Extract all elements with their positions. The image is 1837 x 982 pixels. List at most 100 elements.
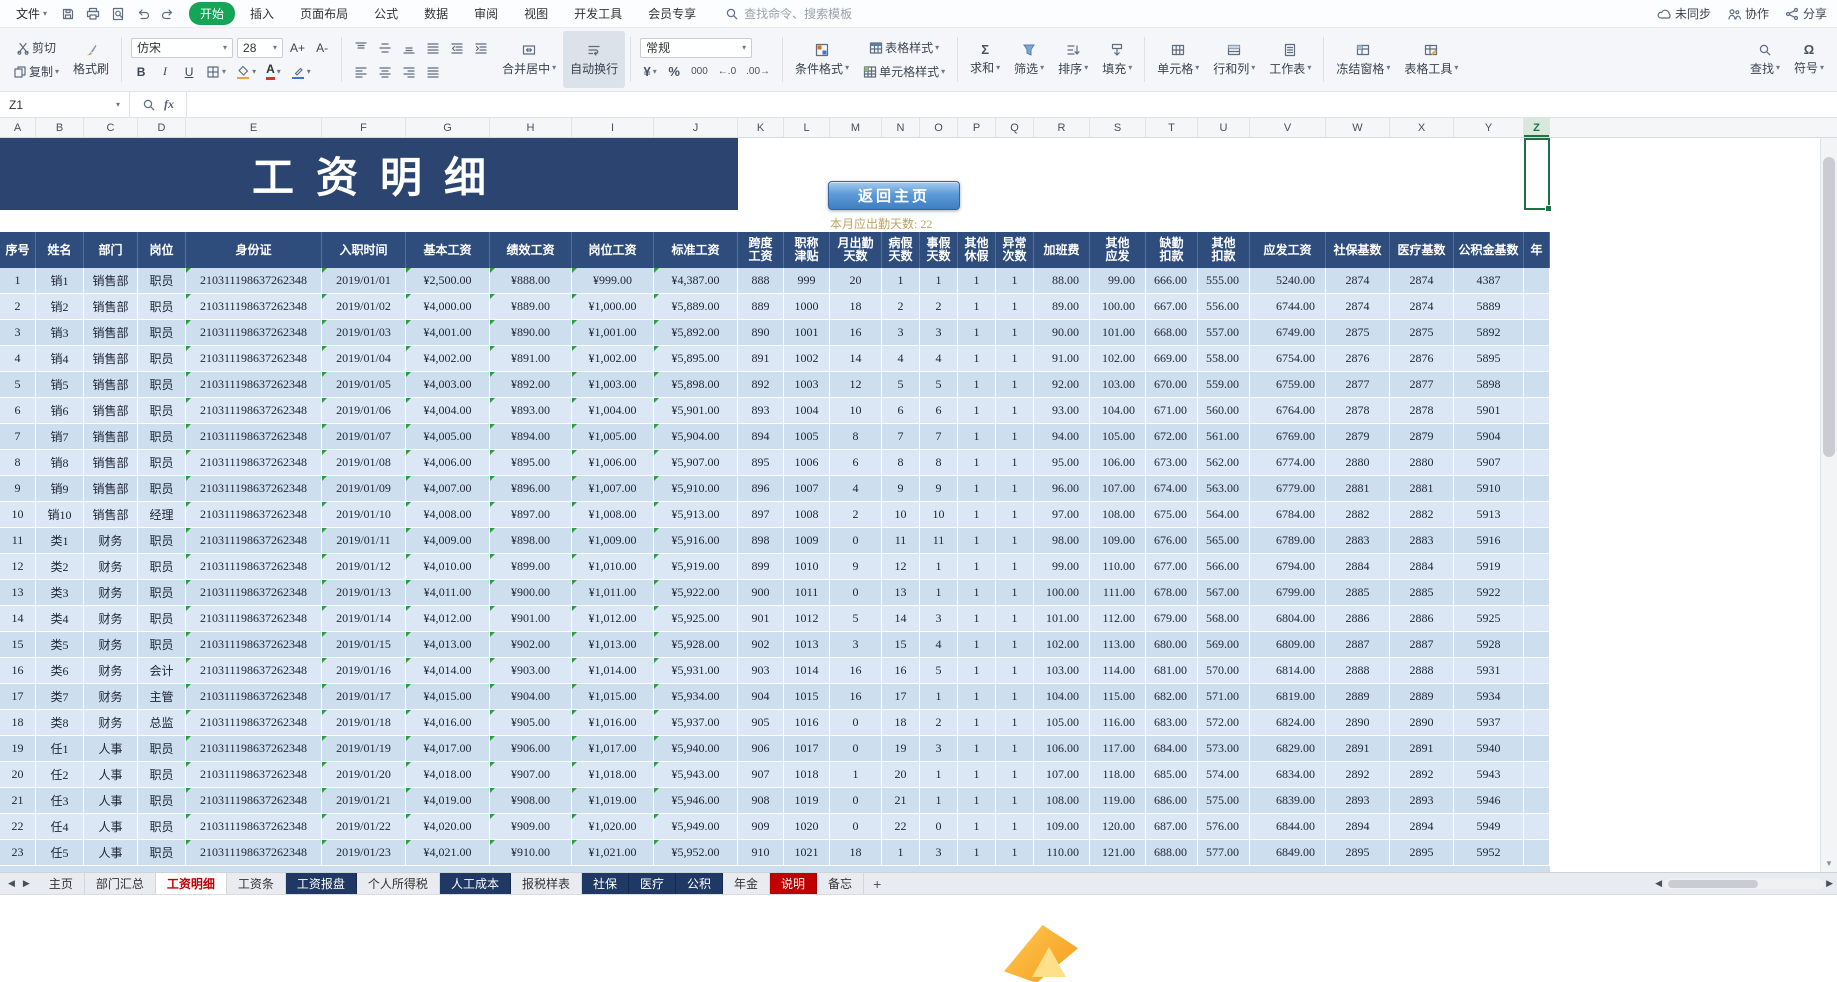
cell-V17[interactable]: 6819.00	[1250, 684, 1326, 710]
cell-C23[interactable]: 人事	[84, 840, 138, 866]
cell-Y7[interactable]: 5904	[1454, 424, 1524, 450]
cell-D20[interactable]: 职员	[138, 762, 186, 788]
cell-B16[interactable]: 类6	[36, 658, 84, 684]
cell-S6[interactable]: 104.00	[1090, 398, 1146, 424]
conditional-format-button[interactable]: 条件格式 ▾	[788, 31, 856, 88]
cell-U13[interactable]: 567.00	[1198, 580, 1250, 606]
cell-Y2[interactable]: 5889	[1454, 294, 1524, 320]
cell-E16[interactable]: 210311198637262348	[186, 658, 322, 684]
cell-I12[interactable]: ¥1,010.00	[572, 554, 654, 580]
cell-Y21[interactable]: 5946	[1454, 788, 1524, 814]
cell-S7[interactable]: 105.00	[1090, 424, 1146, 450]
cell-Z13[interactable]	[1524, 580, 1550, 606]
cell-Y23[interactable]: 5952	[1454, 840, 1524, 866]
cell-R20[interactable]: 107.00	[1034, 762, 1090, 788]
cell-V15[interactable]: 6809.00	[1250, 632, 1326, 658]
cell-J10[interactable]: ¥5,913.00	[654, 502, 738, 528]
cell-C6[interactable]: 销售部	[84, 398, 138, 424]
cell-O15[interactable]: 4	[920, 632, 958, 658]
cell-W14[interactable]: 2886	[1326, 606, 1390, 632]
cell-S20[interactable]: 118.00	[1090, 762, 1146, 788]
cell-A14[interactable]: 14	[0, 606, 36, 632]
cell-R14[interactable]: 101.00	[1034, 606, 1090, 632]
cell-X17[interactable]: 2889	[1390, 684, 1454, 710]
cell-M6[interactable]: 10	[830, 398, 882, 424]
cell-L13[interactable]: 1011	[784, 580, 830, 606]
undo-button[interactable]	[134, 5, 152, 23]
cell-S17[interactable]: 115.00	[1090, 684, 1146, 710]
table-header-L[interactable]: 职称 津贴	[784, 232, 830, 268]
cell-D5[interactable]: 职员	[138, 372, 186, 398]
column-header-A[interactable]: A	[0, 118, 36, 137]
cell-Q22[interactable]: 1	[996, 814, 1034, 840]
cloud-action[interactable]: 未同步	[1657, 5, 1711, 22]
cell-I9[interactable]: ¥1,007.00	[572, 476, 654, 502]
cell-U15[interactable]: 569.00	[1198, 632, 1250, 658]
cell-H18[interactable]: ¥905.00	[490, 710, 572, 736]
cell-V9[interactable]: 6779.00	[1250, 476, 1326, 502]
cell-H12[interactable]: ¥899.00	[490, 554, 572, 580]
cell-U2[interactable]: 556.00	[1198, 294, 1250, 320]
cell-D6[interactable]: 职员	[138, 398, 186, 424]
cell-O1[interactable]: 1	[920, 268, 958, 294]
italic-button[interactable]: I	[155, 62, 175, 82]
cell-W17[interactable]: 2889	[1326, 684, 1390, 710]
table-header-Q[interactable]: 异常 次数	[996, 232, 1034, 268]
cell-Q2[interactable]: 1	[996, 294, 1034, 320]
cell-Z8[interactable]	[1524, 450, 1550, 476]
cell-E15[interactable]: 210311198637262348	[186, 632, 322, 658]
cell-Q19[interactable]: 1	[996, 736, 1034, 762]
sort-button[interactable]: 排序 ▾	[1051, 31, 1095, 88]
cell-J7[interactable]: ¥5,904.00	[654, 424, 738, 450]
cell-P6[interactable]: 1	[958, 398, 996, 424]
cell-X12[interactable]: 2884	[1390, 554, 1454, 580]
vertical-scrollbar[interactable]: ▲ ▼	[1820, 138, 1837, 872]
cell-W15[interactable]: 2887	[1326, 632, 1390, 658]
cell-U10[interactable]: 564.00	[1198, 502, 1250, 528]
cell-E7[interactable]: 210311198637262348	[186, 424, 322, 450]
cell-F7[interactable]: 2019/01/07	[322, 424, 406, 450]
cell-C2[interactable]: 销售部	[84, 294, 138, 320]
cut-button[interactable]: 剪切	[10, 38, 62, 58]
cell-Q7[interactable]: 1	[996, 424, 1034, 450]
cell-C16[interactable]: 财务	[84, 658, 138, 684]
cell-P17[interactable]: 1	[958, 684, 996, 710]
cell-Q10[interactable]: 1	[996, 502, 1034, 528]
cell-E12[interactable]: 210311198637262348	[186, 554, 322, 580]
cell-N5[interactable]: 5	[882, 372, 920, 398]
scroll-left-icon[interactable]: ◀	[1655, 878, 1662, 889]
cell-T18[interactable]: 683.00	[1146, 710, 1198, 736]
cell-L6[interactable]: 1004	[784, 398, 830, 424]
redo-button[interactable]	[159, 5, 177, 23]
cell-O22[interactable]: 0	[920, 814, 958, 840]
font-color-button[interactable]: A ▾	[263, 62, 284, 82]
cell-G16[interactable]: ¥4,014.00	[406, 658, 490, 684]
wrap-text-button[interactable]: 自动换行	[563, 31, 626, 88]
cell-Y20[interactable]: 5943	[1454, 762, 1524, 788]
table-header-H[interactable]: 绩效工资	[490, 232, 572, 268]
cell-K7[interactable]: 894	[738, 424, 784, 450]
cell-H6[interactable]: ¥893.00	[490, 398, 572, 424]
cell-S2[interactable]: 100.00	[1090, 294, 1146, 320]
cell-G23[interactable]: ¥4,021.00	[406, 840, 490, 866]
cell-F8[interactable]: 2019/01/08	[322, 450, 406, 476]
cell-S12[interactable]: 110.00	[1090, 554, 1146, 580]
cell-V16[interactable]: 6814.00	[1250, 658, 1326, 684]
table-header-J[interactable]: 标准工资	[654, 232, 738, 268]
cell-N15[interactable]: 15	[882, 632, 920, 658]
cell-K2[interactable]: 889	[738, 294, 784, 320]
cell-I18[interactable]: ¥1,016.00	[572, 710, 654, 736]
cell-O7[interactable]: 7	[920, 424, 958, 450]
cell-I17[interactable]: ¥1,015.00	[572, 684, 654, 710]
cell-T6[interactable]: 671.00	[1146, 398, 1198, 424]
cell-D23[interactable]: 职员	[138, 840, 186, 866]
sheet-tab-备忘[interactable]: 备忘	[817, 873, 865, 894]
cell-L15[interactable]: 1013	[784, 632, 830, 658]
sheet-tab-工资报盘[interactable]: 工资报盘	[285, 873, 357, 894]
align-bottom-button[interactable]	[399, 38, 419, 58]
cell-N23[interactable]: 1	[882, 840, 920, 866]
cell-H11[interactable]: ¥898.00	[490, 528, 572, 554]
column-header-T[interactable]: T	[1146, 118, 1198, 137]
cell-B20[interactable]: 任2	[36, 762, 84, 788]
cell-O17[interactable]: 1	[920, 684, 958, 710]
